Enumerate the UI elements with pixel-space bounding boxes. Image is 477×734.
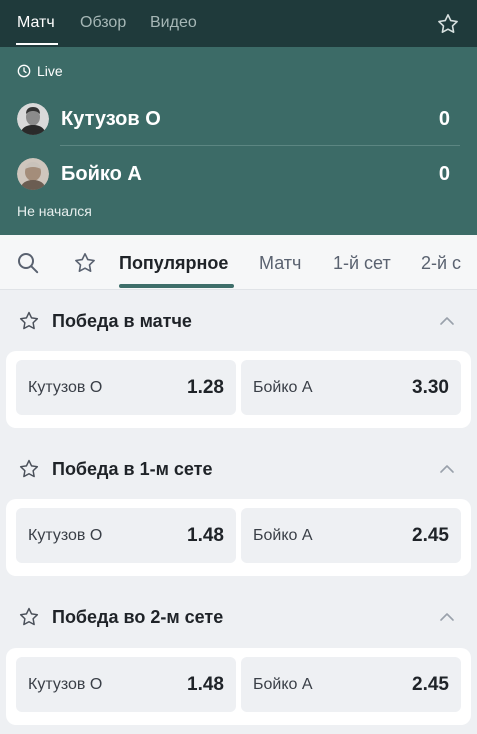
odds-value: 2.45 — [412, 525, 449, 546]
market-title: Победа во 2-м сете — [52, 607, 224, 627]
tab-set-2[interactable]: 2-й с — [421, 253, 461, 274]
odds-outcome-name: Бойко А — [253, 676, 313, 693]
odds-value: 2.45 — [412, 674, 449, 695]
star-outline-icon[interactable] — [18, 458, 40, 480]
live-label: Live — [37, 63, 63, 79]
odds-value: 1.48 — [187, 525, 224, 546]
odds-button[interactable]: Кутузов О 1.48 — [16, 508, 236, 563]
favorites-star-icon[interactable] — [73, 251, 97, 275]
avatar — [17, 158, 49, 190]
market-header[interactable]: Победа во 2-м сете — [0, 592, 477, 642]
active-filter-indicator — [119, 284, 234, 288]
live-indicator: Live — [17, 63, 63, 79]
chevron-up-icon[interactable] — [438, 608, 456, 626]
tab-video[interactable]: Видео — [150, 14, 197, 32]
market-header[interactable]: Победа в матче — [0, 296, 477, 346]
divider — [60, 145, 460, 146]
star-outline-icon[interactable] — [18, 606, 40, 628]
player-name: Бойко А — [61, 162, 142, 185]
odds-outcome-name: Бойко А — [253, 527, 313, 544]
odds-button[interactable]: Кутузов О 1.28 — [16, 360, 236, 415]
odds-button[interactable]: Бойко А 3.30 — [241, 360, 461, 415]
market-title: Победа в матче — [52, 311, 192, 331]
chevron-up-icon[interactable] — [438, 312, 456, 330]
active-tab-indicator — [16, 43, 58, 45]
odds-button[interactable]: Бойко А 2.45 — [241, 657, 461, 712]
odds-button[interactable]: Кутузов О 1.48 — [16, 657, 236, 712]
market-card: Кутузов О 1.28 Бойко А 3.30 — [6, 351, 471, 428]
match-status: Не начался — [17, 203, 92, 219]
odds-outcome-name: Кутузов О — [28, 527, 103, 544]
odds-outcome-name: Кутузов О — [28, 676, 103, 693]
scoreboard: Live Кутузов О 0 Бойко А 0 Не начался — [0, 47, 477, 235]
player-name: Кутузов О — [61, 107, 161, 130]
clock-icon — [17, 64, 31, 78]
avatar — [17, 103, 49, 135]
odds-value: 1.48 — [187, 674, 224, 695]
odds-value: 3.30 — [412, 377, 449, 398]
player-score: 0 — [438, 162, 450, 185]
market-card: Кутузов О 1.48 Бойко А 2.45 — [6, 499, 471, 576]
tab-overview[interactable]: Обзор — [80, 14, 126, 32]
market-card: Кутузов О 1.48 Бойко А 2.45 — [6, 648, 471, 725]
tab-match[interactable]: Матч — [17, 14, 55, 32]
player-row-1: Кутузов О 0 — [17, 99, 460, 139]
top-navigation: Матч Обзор Видео — [0, 0, 477, 47]
tab-set-1[interactable]: 1-й сет — [333, 253, 391, 274]
market-filter-bar: Популярное Матч 1-й сет 2-й с — [0, 235, 477, 290]
chevron-up-icon[interactable] — [438, 460, 456, 478]
odds-value: 1.28 — [187, 377, 224, 398]
player-score: 0 — [438, 107, 450, 130]
search-icon[interactable] — [16, 251, 40, 275]
market-header[interactable]: Победа в 1-м сете — [0, 444, 477, 494]
player-row-2: Бойко А 0 — [17, 154, 460, 194]
market-title: Победа в 1-м сете — [52, 459, 213, 479]
odds-outcome-name: Бойко А — [253, 379, 313, 396]
tab-popular[interactable]: Популярное — [119, 253, 228, 274]
star-outline-icon[interactable] — [18, 310, 40, 332]
tab-match-markets[interactable]: Матч — [259, 253, 301, 274]
odds-outcome-name: Кутузов О — [28, 379, 103, 396]
favorite-star-icon[interactable] — [436, 12, 460, 36]
odds-button[interactable]: Бойко А 2.45 — [241, 508, 461, 563]
